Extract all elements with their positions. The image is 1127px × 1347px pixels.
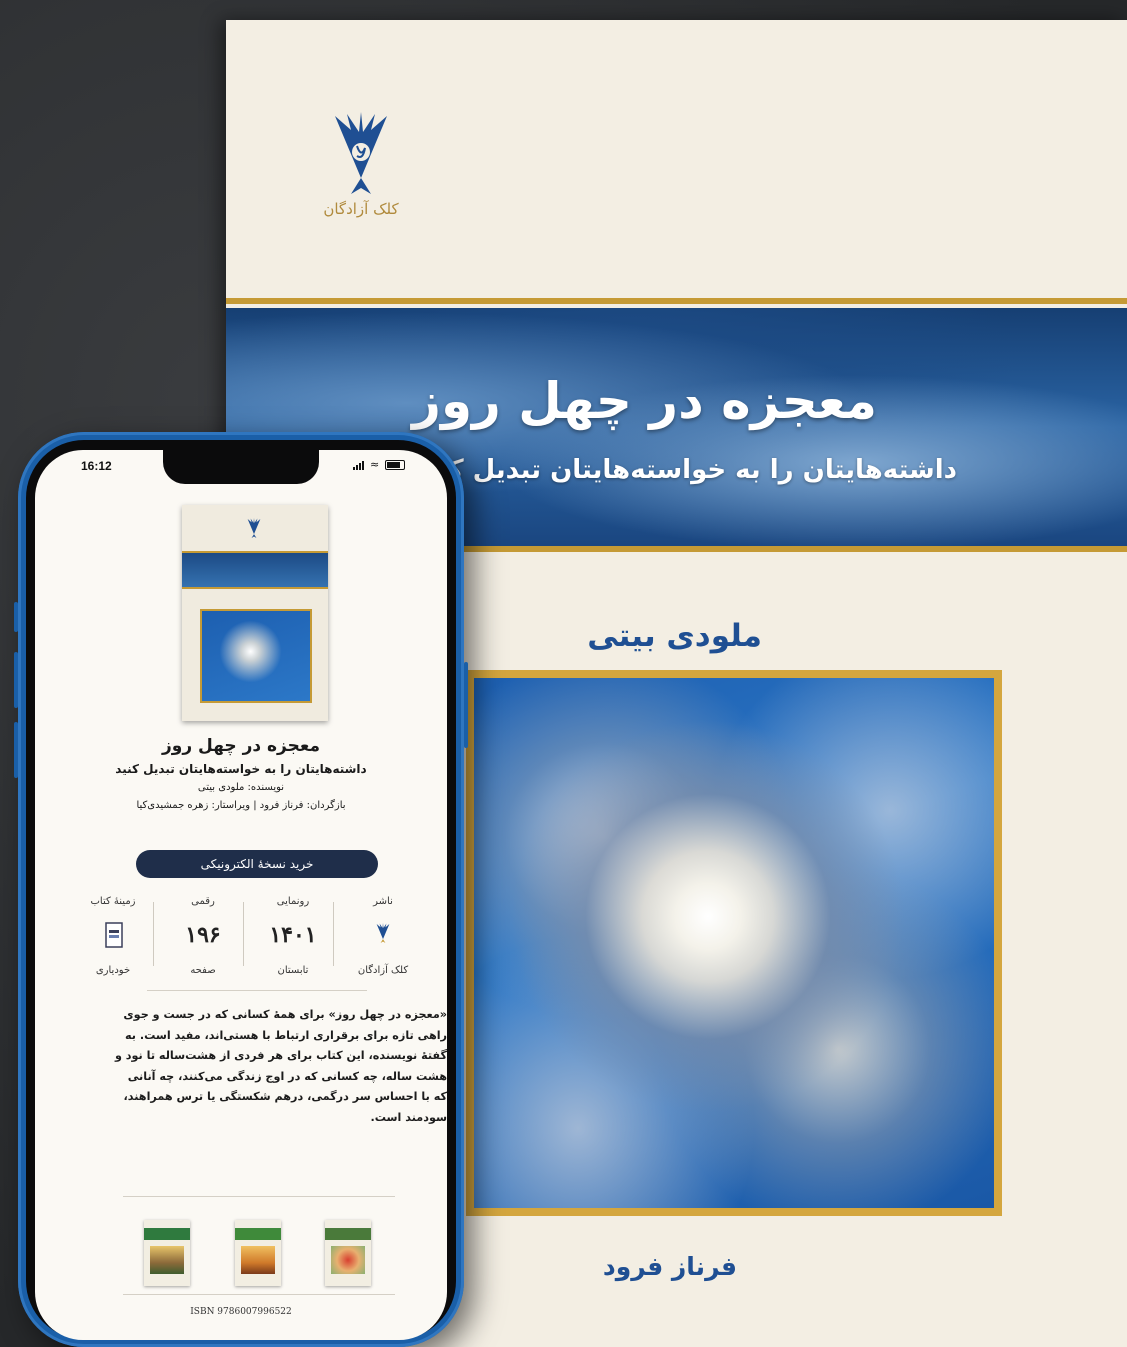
book-meta-row: ناشر کلک آزادگان رونمایی ۱۴۰۱ تابستان رق…	[75, 896, 415, 976]
meta-publisher[interactable]: ناشر کلک آزادگان	[343, 896, 423, 976]
meta-release: رونمایی ۱۴۰۱ تابستان	[253, 896, 333, 976]
related-book-item[interactable]	[325, 1220, 371, 1286]
cover-title: معجزه در چهل روز	[412, 372, 877, 430]
battery-icon	[385, 460, 406, 470]
book-category-icon	[105, 922, 123, 948]
description-line: «معجزه در چهل روز» برای همهٔ کسانی که در…	[123, 1008, 447, 1021]
meta-category[interactable]: زمینهٔ کتاب خودیاری	[73, 896, 153, 976]
description-line: که با احساس سر درگمی، درهم شکستگی یا ترس…	[123, 1090, 447, 1103]
meta-publisher-label: ناشر	[373, 896, 393, 907]
status-icons: ≈	[353, 458, 406, 471]
product-author: نویسنده: ملودی بیتی	[197, 782, 285, 793]
phone-volume-up	[14, 652, 18, 708]
product-title: معجزه در چهل روز	[161, 736, 321, 756]
description-line: گفتهٔ نویسنده، این کتاب برای هر فردی از …	[114, 1049, 447, 1062]
description-line: راهی تازه برای برقراری ارتباط با هستی‌ان…	[124, 1028, 447, 1042]
description-line: سودمند است.	[370, 1110, 447, 1124]
divider	[123, 1294, 395, 1295]
phone-volume-down	[14, 722, 18, 778]
cover-translator: فرناز فرود	[602, 1252, 737, 1281]
sky-clouds-image	[474, 678, 994, 1208]
meta-publisher-name: کلک آزادگان	[357, 965, 409, 976]
meta-category-label: زمینهٔ کتاب	[90, 896, 136, 907]
meta-release-label: رونمایی	[276, 896, 310, 907]
related-books	[35, 1210, 447, 1286]
publisher-logo-label: کلک آزادگان	[323, 200, 399, 218]
eagle-logo-icon	[335, 112, 387, 194]
phone-notch	[163, 450, 319, 484]
publisher-logo-icon	[376, 922, 390, 944]
related-book-item[interactable]	[144, 1220, 190, 1286]
cover-author: ملودی بیتی	[587, 618, 762, 654]
meta-pages-unit: صفحه	[190, 965, 216, 976]
product-credits: بازگردان: فرناز فرود | ویراستار: زهره جم…	[136, 800, 346, 811]
isbn-label: ISBN 9786007996522	[190, 1307, 292, 1317]
meta-pages-count: ۱۹۶	[185, 922, 221, 948]
status-time: 16:12	[81, 459, 112, 473]
meta-release-season: تابستان	[277, 965, 309, 976]
phone-mockup: 16:12 ≈ معجزه در چهل روز داشته‌هایتان را…	[14, 432, 468, 1347]
phone-screen: 16:12 ≈ معجزه در چهل روز داشته‌هایتان را…	[35, 450, 447, 1340]
meta-release-year: ۱۴۰۱	[269, 922, 317, 948]
divider	[123, 1196, 395, 1197]
publisher-logo: کلک آزادگان	[296, 108, 426, 248]
signal-icon	[353, 460, 364, 470]
buy-ebook-button[interactable]: خرید نسخهٔ الکترونیکی	[136, 850, 378, 878]
mini-logo-icon	[247, 517, 261, 539]
cover-photo-frame	[466, 670, 1002, 1216]
meta-category-name: خودیاری	[95, 965, 131, 976]
product-cover-thumbnail[interactable]	[182, 505, 328, 721]
mini-sky-image	[200, 609, 312, 703]
product-subtitle: داشته‌هایتان را به خواسته‌هایتان تبدیل ک…	[115, 762, 367, 776]
meta-pages-label: رقمی	[191, 896, 215, 907]
meta-pages: رقمی ۱۹۶ صفحه	[163, 896, 243, 976]
book-description: «معجزه در چهل روز» برای همهٔ کسانی که در…	[67, 1005, 447, 1128]
mini-title-band	[182, 553, 328, 587]
cover-subtitle: داشته‌هایتان را به خواسته‌هایتان تبدیل ک	[437, 455, 957, 485]
phone-power-button	[464, 662, 468, 748]
wifi-icon: ≈	[370, 458, 380, 471]
related-book-item[interactable]	[235, 1220, 281, 1286]
gold-divider-top	[226, 298, 1127, 304]
description-line: هشت ساله، چه کسانی که در اوج زندگی می‌کن…	[127, 1069, 447, 1083]
phone-mute-switch	[14, 602, 18, 632]
divider	[147, 990, 367, 991]
